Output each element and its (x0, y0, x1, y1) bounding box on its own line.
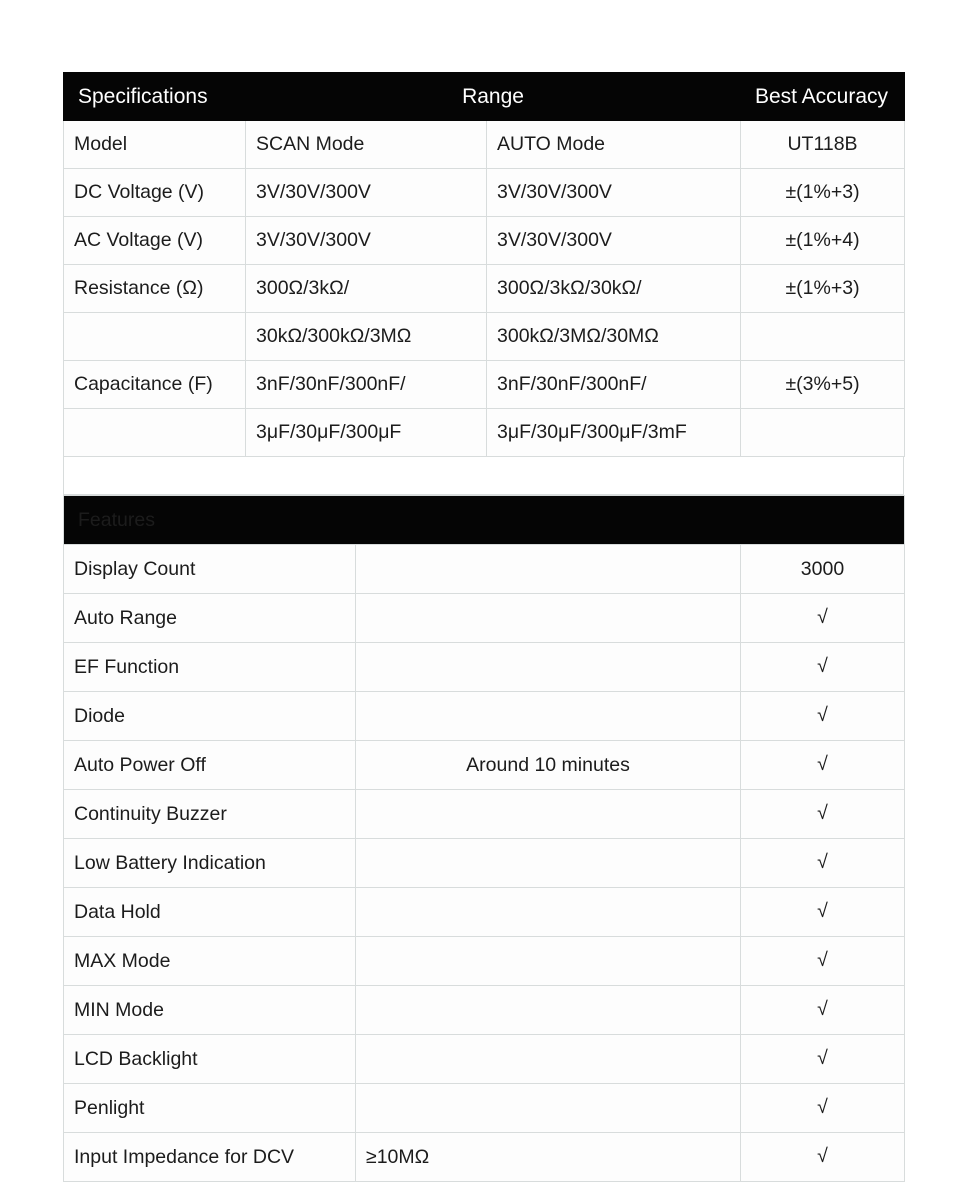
features-table: Features Display Count 3000 Auto Range √… (63, 495, 905, 1182)
feature-detail (355, 838, 741, 888)
spec-auto-value: 300kΩ/3MΩ/30MΩ (485, 312, 742, 361)
spec-row-ac-voltage: AC Voltage (V) 3V/30V/300V 3V/30V/300V ±… (63, 216, 906, 265)
specifications-table: Specifications Range Best Accuracy Model… (63, 72, 906, 457)
spec-label (63, 408, 246, 457)
spec-scan-value: 300Ω/3kΩ/ (245, 264, 487, 313)
spec-row-capacitance: Capacitance (F) 3nF/30nF/300nF/ 3nF/30nF… (63, 360, 906, 409)
feature-detail (355, 691, 741, 741)
spec-row-resistance-cont: 30kΩ/300kΩ/3MΩ 300kΩ/3MΩ/30MΩ (63, 312, 906, 361)
spec-accuracy-value (740, 312, 906, 361)
feature-name: Diode (63, 691, 356, 741)
table-row: Continuity Buzzer √ (63, 789, 905, 839)
table-row: Low Battery Indication √ (63, 838, 905, 888)
feature-check-icon: √ (740, 1034, 905, 1084)
feature-check-icon: √ (740, 642, 905, 692)
table-row: Auto Power Off Around 10 minutes √ (63, 740, 905, 790)
spec-row-dc-voltage: DC Voltage (V) 3V/30V/300V 3V/30V/300V ±… (63, 168, 906, 217)
table-row: EF Function √ (63, 642, 905, 692)
feature-check-icon: √ (740, 985, 905, 1035)
spec-label: Model (63, 120, 246, 169)
table-row: Data Hold √ (63, 887, 905, 937)
spec-auto-value: 300Ω/3kΩ/30kΩ/ (485, 264, 742, 313)
features-header-row: Features (63, 495, 905, 545)
spec-scan-value: 3V/30V/300V (245, 216, 487, 265)
spec-accuracy-value: ±(1%+4) (740, 216, 906, 265)
spec-auto-value: 3V/30V/300V (485, 168, 742, 217)
table-row: LCD Backlight √ (63, 1034, 905, 1084)
spec-scan-value: 3μF/30μF/300μF (245, 408, 487, 457)
spec-scan-value: 3nF/30nF/300nF/ (245, 360, 487, 409)
spec-accuracy-value: ±(1%+3) (740, 168, 906, 217)
table-row: MAX Mode √ (63, 936, 905, 986)
specifications-header-row: Specifications Range Best Accuracy (63, 72, 906, 121)
feature-check-icon: √ (740, 740, 905, 790)
spec-label: Resistance (Ω) (63, 264, 246, 313)
feature-check-icon: √ (740, 691, 905, 741)
spec-auto-value: AUTO Mode (485, 120, 742, 169)
feature-detail (355, 936, 741, 986)
spec-auto-value: 3V/30V/300V (485, 216, 742, 265)
spec-label: DC Voltage (V) (63, 168, 246, 217)
feature-check-icon: √ (740, 887, 905, 937)
spec-label: Capacitance (F) (63, 360, 246, 409)
header-specifications: Specifications (63, 72, 246, 121)
spec-row-model: Model SCAN Mode AUTO Mode UT118B (63, 120, 906, 169)
spec-row-resistance: Resistance (Ω) 300Ω/3kΩ/ 300Ω/3kΩ/30kΩ/ … (63, 264, 906, 313)
feature-name: MAX Mode (63, 936, 356, 986)
feature-detail (355, 985, 741, 1035)
feature-name: Low Battery Indication (63, 838, 356, 888)
feature-name: Penlight (63, 1083, 356, 1133)
header-range: Range (244, 72, 742, 121)
feature-detail (355, 1034, 741, 1084)
table-row: Penlight √ (63, 1083, 905, 1133)
spec-auto-value: 3nF/30nF/300nF/ (485, 360, 742, 409)
feature-name: Input Impedance for DCV (63, 1132, 356, 1182)
feature-detail: Around 10 minutes (355, 740, 741, 790)
page-root: Specifications Range Best Accuracy Model… (0, 0, 960, 1194)
spec-accuracy-value: ±(1%+3) (740, 264, 906, 313)
spec-accuracy-value (740, 408, 906, 457)
table-row: Display Count 3000 (63, 544, 905, 594)
feature-check-icon: √ (740, 789, 905, 839)
feature-name: EF Function (63, 642, 356, 692)
spec-label: AC Voltage (V) (63, 216, 246, 265)
table-row: Input Impedance for DCV ≥10MΩ √ (63, 1132, 905, 1182)
feature-name: Continuity Buzzer (63, 789, 356, 839)
spec-auto-value: 3μF/30μF/300μF/3mF (485, 408, 742, 457)
table-row: MIN Mode √ (63, 985, 905, 1035)
feature-check-icon: √ (740, 1132, 905, 1182)
feature-check-icon: √ (740, 936, 905, 986)
feature-check-icon: √ (740, 1083, 905, 1133)
spec-scan-value: SCAN Mode (245, 120, 487, 169)
feature-detail (355, 789, 741, 839)
feature-value: 3000 (740, 544, 905, 594)
feature-name: Auto Power Off (63, 740, 356, 790)
feature-name: Display Count (63, 544, 356, 594)
feature-detail (355, 887, 741, 937)
feature-detail (355, 642, 741, 692)
spec-label (63, 312, 246, 361)
datasheet-sheet: Specifications Range Best Accuracy Model… (63, 72, 906, 1182)
feature-detail: ≥10MΩ (355, 1132, 741, 1182)
feature-check-icon: √ (740, 838, 905, 888)
spec-accuracy-value: ±(3%+5) (740, 360, 906, 409)
spec-row-capacitance-cont: 3μF/30μF/300μF 3μF/30μF/300μF/3mF (63, 408, 906, 457)
feature-name: Data Hold (63, 887, 356, 937)
table-row: Diode √ (63, 691, 905, 741)
feature-name: MIN Mode (63, 985, 356, 1035)
table-spacer (63, 457, 904, 495)
spec-accuracy-value: UT118B (740, 120, 906, 169)
header-features: Features (63, 495, 905, 545)
feature-detail (355, 1083, 741, 1133)
feature-name: LCD Backlight (63, 1034, 356, 1084)
spec-scan-value: 30kΩ/300kΩ/3MΩ (245, 312, 487, 361)
header-best-accuracy: Best Accuracy (740, 72, 906, 121)
feature-detail (355, 593, 741, 643)
table-row: Auto Range √ (63, 593, 905, 643)
spec-scan-value: 3V/30V/300V (245, 168, 487, 217)
feature-check-icon: √ (740, 593, 905, 643)
feature-name: Auto Range (63, 593, 356, 643)
feature-detail (355, 544, 741, 594)
